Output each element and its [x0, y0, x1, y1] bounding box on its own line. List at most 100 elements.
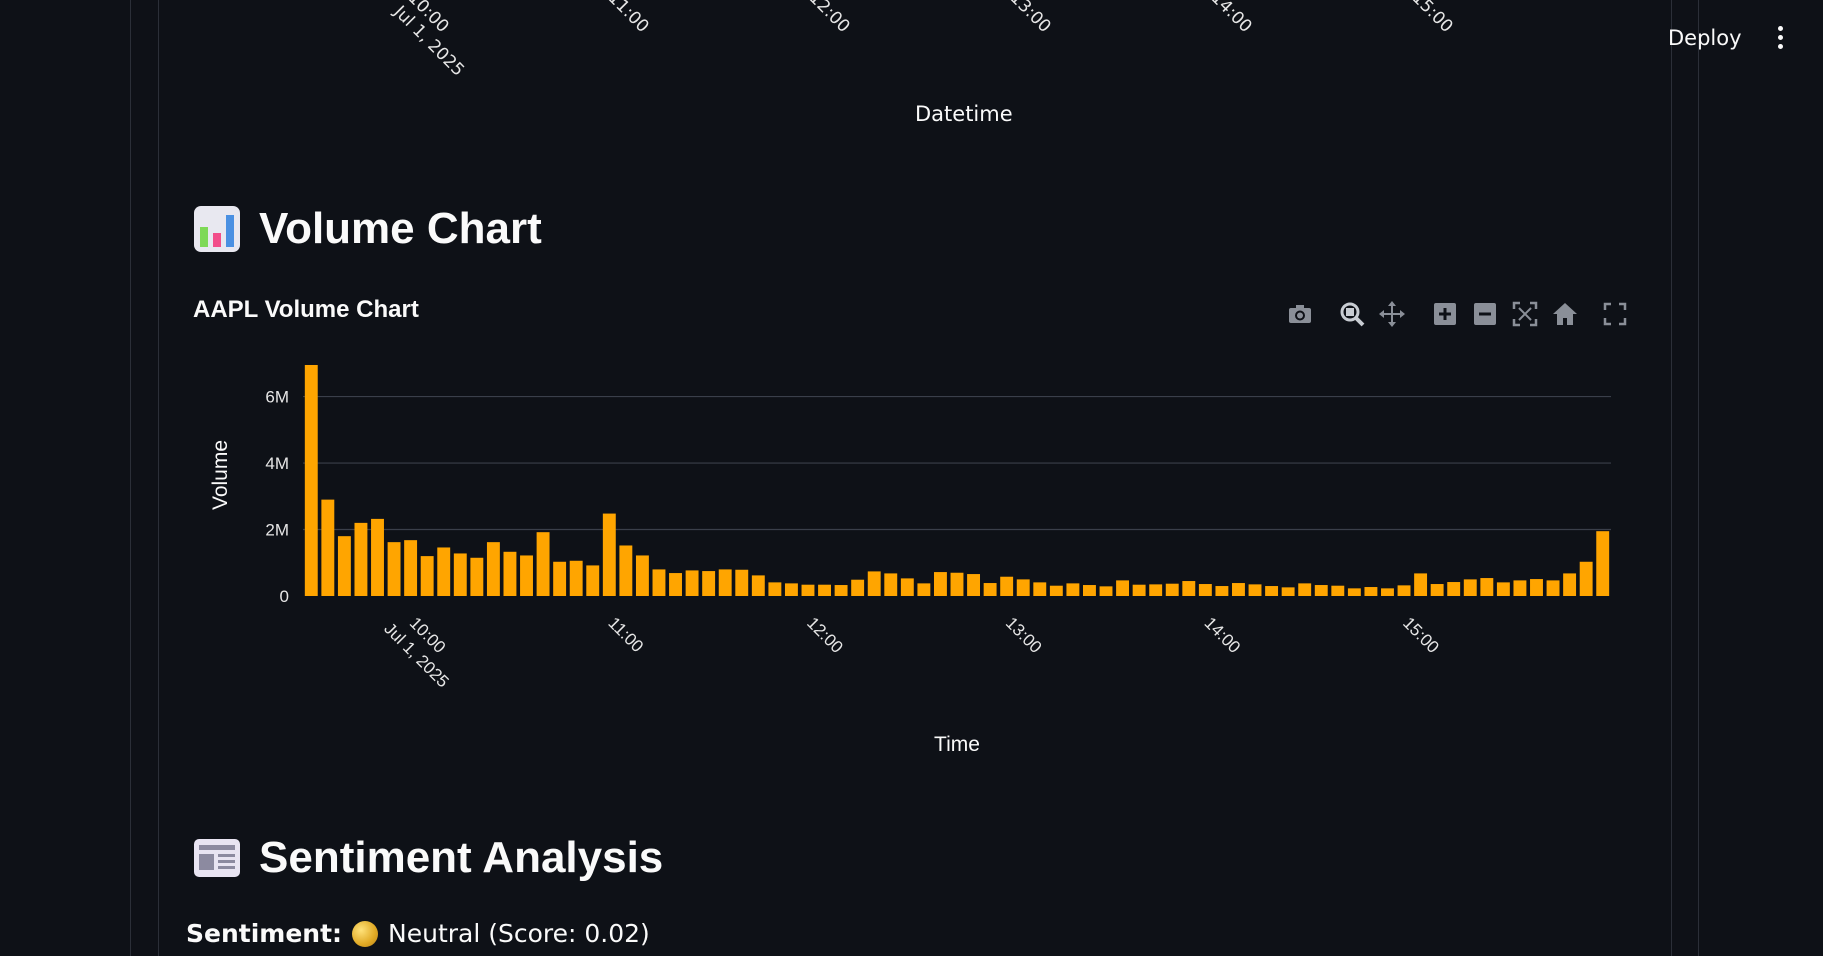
volume-bar[interactable] [404, 540, 418, 596]
volume-bar[interactable] [718, 569, 732, 596]
volume-bar[interactable] [801, 584, 815, 596]
zoom-icon[interactable] [1338, 300, 1366, 328]
volume-bar[interactable] [1149, 584, 1163, 596]
volume-bar[interactable] [967, 574, 981, 596]
volume-bar[interactable] [851, 579, 865, 596]
volume-bar[interactable] [768, 582, 782, 596]
newspaper-emoji-icon [194, 839, 240, 877]
x-axis-title: Time [934, 733, 980, 756]
volume-bar[interactable] [520, 555, 533, 596]
sentiment-section-heading: Sentiment Analysis [193, 833, 663, 883]
volume-bar[interactable] [1083, 585, 1096, 596]
volume-bar[interactable] [669, 573, 682, 596]
volume-bar[interactable] [1281, 587, 1295, 596]
volume-bar[interactable] [1066, 583, 1080, 596]
volume-bar[interactable] [602, 513, 616, 596]
volume-bar[interactable] [1364, 587, 1378, 596]
volume-bar[interactable] [337, 536, 351, 596]
volume-bar[interactable] [1530, 579, 1543, 596]
volume-bar[interactable] [569, 560, 583, 596]
volume-bar[interactable] [1579, 561, 1593, 596]
volume-bar[interactable] [470, 557, 484, 596]
svg-text:13:00: 13:00 [1002, 613, 1046, 657]
volume-bar[interactable] [1347, 588, 1361, 596]
volume-bar-chart[interactable]: 02M4M6M 10:00Jul 1, 2025 11:00 12:00 13:00 1… [193, 340, 1633, 770]
volume-bar[interactable] [1480, 578, 1494, 596]
volume-bar[interactable] [685, 570, 699, 596]
volume-bar[interactable] [1563, 573, 1577, 596]
pan-icon[interactable] [1378, 300, 1406, 328]
volume-bar[interactable] [1132, 584, 1146, 596]
content-right-border [1671, 0, 1672, 956]
volume-bar[interactable] [354, 522, 368, 596]
zoom-out-icon[interactable] [1471, 300, 1499, 328]
volume-bar[interactable] [867, 571, 881, 596]
volume-bar[interactable] [1596, 531, 1610, 596]
volume-bar[interactable] [818, 584, 831, 596]
volume-bar[interactable] [1546, 580, 1560, 596]
volume-bar[interactable] [1016, 579, 1030, 596]
camera-icon[interactable] [1286, 300, 1314, 328]
svg-text:14:00: 14:00 [1201, 613, 1245, 657]
volume-bar[interactable] [834, 585, 848, 596]
volume-bar[interactable] [735, 569, 749, 596]
volume-bar[interactable] [784, 583, 798, 596]
volume-bar[interactable] [536, 532, 550, 596]
chart-bars [304, 364, 1610, 596]
volume-bar[interactable] [619, 545, 633, 596]
volume-bar[interactable] [1215, 586, 1229, 596]
volume-bar[interactable] [321, 499, 335, 596]
volume-bar[interactable] [1513, 580, 1527, 596]
volume-bar[interactable] [1430, 584, 1444, 596]
volume-bar[interactable] [635, 555, 649, 596]
volume-bar[interactable] [1331, 585, 1345, 596]
volume-bar[interactable] [983, 583, 997, 596]
volume-bar[interactable] [1000, 576, 1014, 596]
zoom-in-icon[interactable] [1431, 300, 1459, 328]
volume-bar[interactable] [884, 573, 898, 596]
volume-bar[interactable] [1447, 582, 1461, 596]
volume-bar[interactable] [1116, 580, 1130, 596]
volume-bar[interactable] [387, 542, 401, 596]
volume-bar[interactable] [1265, 586, 1279, 596]
volume-bar[interactable] [1165, 583, 1179, 596]
volume-bar[interactable] [1248, 584, 1262, 596]
x-tick-label: 15:00 [1399, 613, 1443, 657]
volume-bar[interactable] [1381, 588, 1394, 596]
volume-bar[interactable] [453, 553, 467, 596]
volume-bar[interactable] [503, 551, 517, 596]
volume-bar[interactable] [1397, 585, 1411, 596]
volume-bar[interactable] [1496, 582, 1510, 596]
neutral-sentiment-icon [352, 920, 379, 947]
fullscreen-icon[interactable] [1601, 300, 1629, 328]
volume-bar[interactable] [1298, 583, 1312, 596]
volume-bar[interactable] [1033, 582, 1047, 596]
volume-bar[interactable] [437, 547, 451, 596]
volume-bar[interactable] [751, 575, 765, 596]
volume-bar[interactable] [950, 572, 964, 596]
volume-bar[interactable] [420, 556, 434, 596]
volume-bar[interactable] [652, 569, 666, 596]
volume-bar[interactable] [1414, 573, 1428, 596]
x-axis-ticks: 10:00Jul 1, 2025 11:00 12:00 13:00 14:00 15:0… [380, 613, 1443, 691]
volume-bar[interactable] [1049, 585, 1063, 596]
volume-bar[interactable] [586, 565, 600, 596]
y-tick-label: 6M [265, 388, 289, 407]
volume-bar[interactable] [1198, 584, 1212, 596]
volume-bar[interactable] [900, 578, 914, 596]
volume-bar[interactable] [1232, 583, 1245, 596]
sentiment-value: Neutral (Score: 0.02) [388, 919, 650, 948]
volume-bar[interactable] [1099, 586, 1113, 596]
volume-bar[interactable] [933, 572, 947, 596]
volume-bar[interactable] [1314, 585, 1328, 596]
volume-bar[interactable] [1463, 579, 1477, 596]
autoscale-icon[interactable] [1511, 300, 1539, 328]
volume-bar[interactable] [304, 364, 318, 596]
volume-bar[interactable] [553, 561, 567, 596]
home-icon[interactable] [1551, 300, 1579, 328]
volume-bar[interactable] [486, 542, 500, 596]
volume-bar[interactable] [1182, 581, 1196, 596]
volume-bar[interactable] [917, 583, 931, 596]
volume-bar[interactable] [371, 518, 384, 596]
volume-bar[interactable] [702, 571, 716, 596]
